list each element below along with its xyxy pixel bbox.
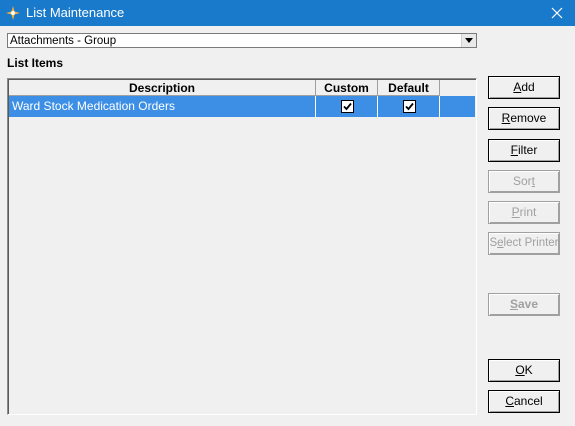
app-icon — [6, 6, 20, 20]
window-title: List Maintenance — [26, 5, 125, 20]
filter-button[interactable]: Filter — [488, 139, 560, 162]
print-button[interactable]: Print — [488, 201, 560, 224]
select-printer-button[interactable]: Select Printer — [488, 232, 560, 255]
column-header-custom[interactable]: Custom — [316, 80, 378, 96]
ok-button[interactable]: OK — [488, 359, 560, 382]
list-items-grid[interactable]: Description Custom Default Ward Stock Me… — [7, 78, 477, 415]
dropdown-arrow-button[interactable] — [461, 34, 476, 47]
list-items-label: List Items — [7, 56, 64, 70]
default-checkbox[interactable] — [403, 100, 416, 113]
row-description: Ward Stock Medication Orders — [9, 96, 316, 117]
column-header-description[interactable]: Description — [9, 80, 316, 96]
custom-checkbox[interactable] — [341, 100, 354, 113]
dropdown-value: Attachments - Group — [10, 35, 117, 47]
save-button[interactable]: Save — [488, 293, 560, 316]
sort-button[interactable]: Sort — [488, 170, 560, 193]
table-row[interactable]: Ward Stock Medication Orders — [9, 96, 475, 117]
list-type-dropdown[interactable]: Attachments - Group — [7, 33, 477, 48]
remove-button[interactable]: Remove — [488, 107, 560, 130]
close-button[interactable] — [539, 0, 575, 26]
row-default-cell — [378, 96, 440, 117]
cancel-button[interactable]: Cancel — [488, 390, 560, 413]
checkmark-icon — [343, 102, 352, 111]
row-custom-cell — [316, 96, 378, 117]
close-icon — [551, 7, 563, 19]
column-header-default[interactable]: Default — [378, 80, 440, 96]
chevron-down-icon — [465, 38, 473, 43]
add-button[interactable]: Add — [488, 76, 560, 99]
title-bar: List Maintenance — [0, 0, 575, 26]
checkmark-icon — [405, 102, 414, 111]
